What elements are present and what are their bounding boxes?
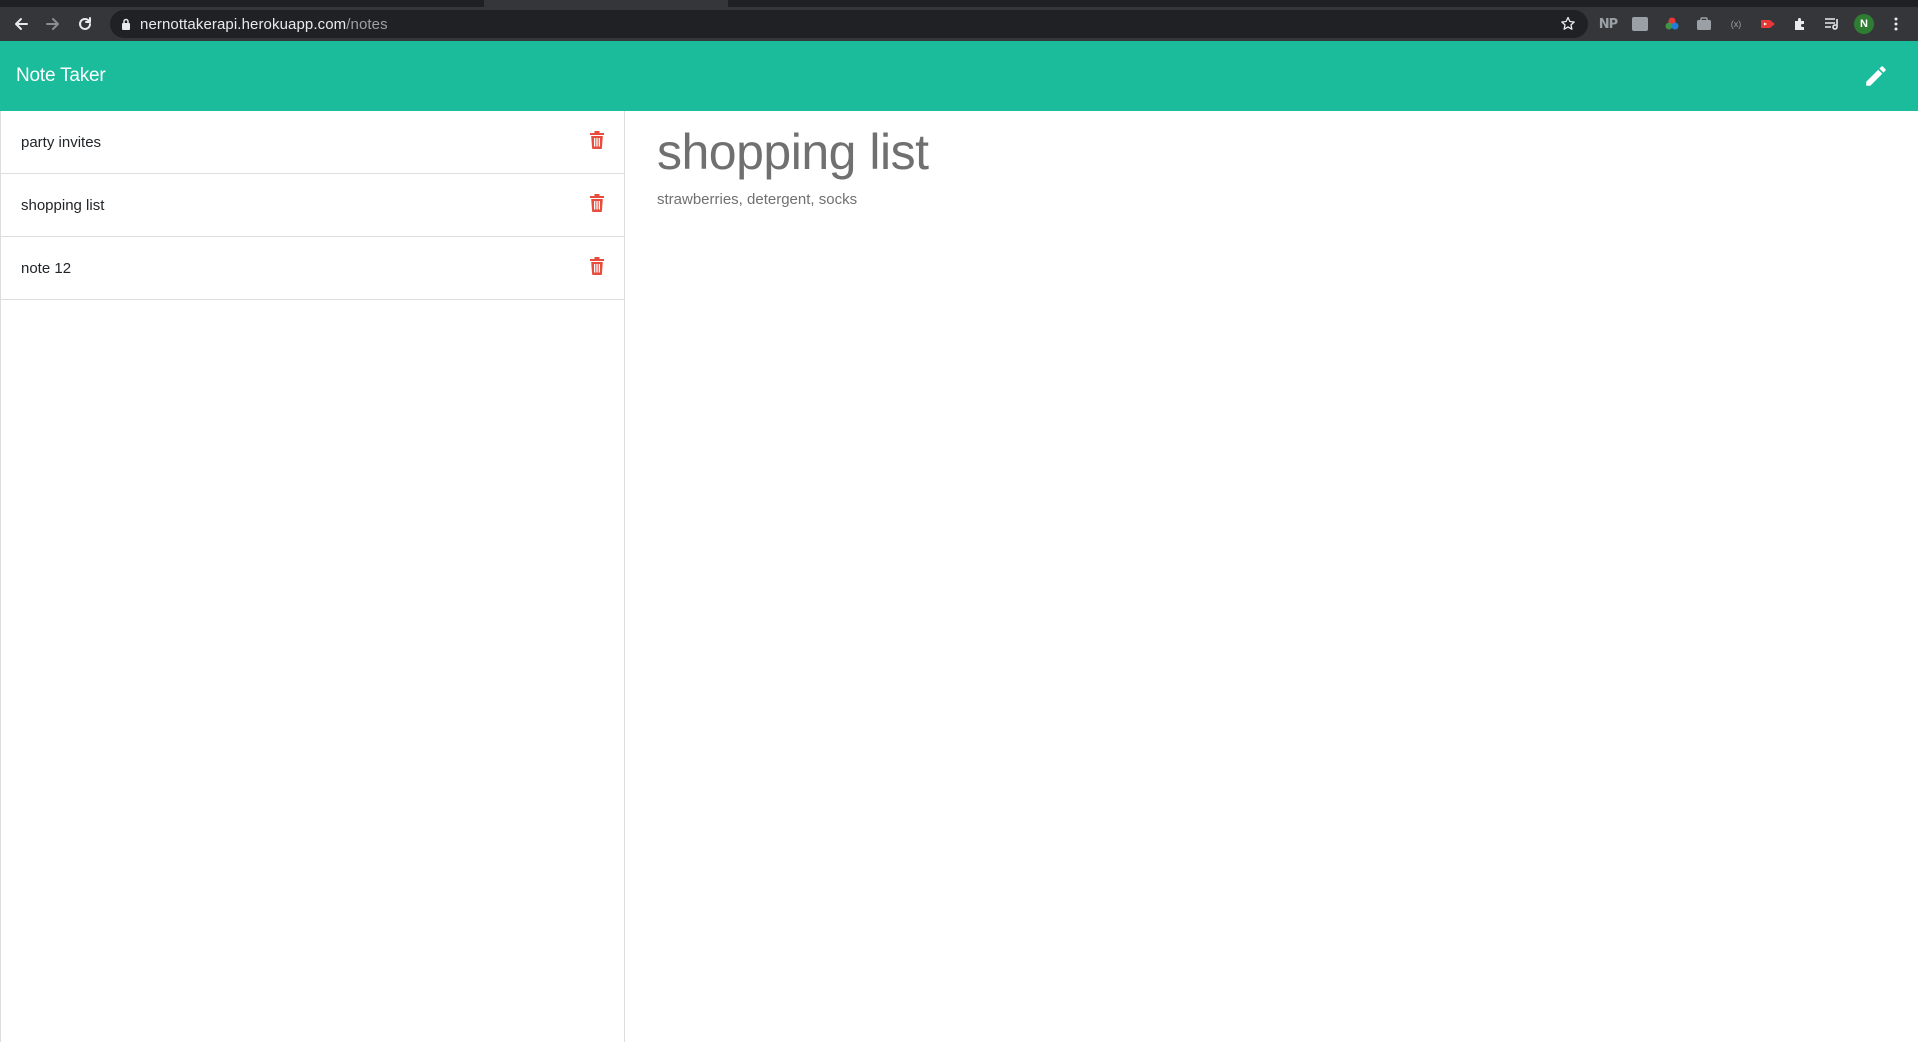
trash-icon [590, 131, 604, 149]
delete-note-button[interactable] [588, 129, 606, 151]
app-title[interactable]: Note Taker [16, 41, 106, 111]
lock-icon [121, 18, 131, 30]
arrow-right-icon [46, 18, 59, 30]
forward-button[interactable] [37, 10, 69, 38]
profile-avatar: N [1854, 14, 1874, 34]
note-detail-panel: shopping list strawberries, detergent, s… [625, 111, 1918, 1042]
reload-button[interactable] [69, 10, 101, 38]
browser-toolbar: nernottakerapi.herokuapp.com/notes NP (x… [0, 7, 1918, 41]
notes-list: party invites shopping list note 12 [0, 111, 625, 1042]
list-item[interactable]: shopping list [1, 174, 624, 237]
app-navbar: Note Taker [0, 41, 1918, 111]
list-item[interactable]: note 12 [1, 237, 624, 300]
arrow-left-icon [15, 18, 28, 30]
address-bar[interactable]: nernottakerapi.herokuapp.com/notes [110, 10, 1588, 38]
url-text: nernottakerapi.herokuapp.com/notes [140, 16, 388, 33]
delete-note-button[interactable] [588, 255, 606, 277]
bookmark-star-icon[interactable] [1560, 16, 1576, 37]
back-button[interactable] [5, 10, 37, 38]
color-picker-extension-icon[interactable] [1656, 7, 1688, 41]
np-extension-icon[interactable]: NP [1592, 7, 1624, 41]
browser-tab-strip [0, 0, 1918, 7]
pencil-icon [1866, 66, 1886, 86]
reading-list-icon[interactable] [1816, 7, 1848, 41]
briefcase-extension-icon[interactable] [1688, 7, 1720, 41]
url-path: /notes [346, 15, 388, 33]
new-note-button[interactable] [1862, 62, 1890, 90]
note-title: party invites [21, 134, 102, 151]
video-extension-icon[interactable] [1752, 7, 1784, 41]
note-title: note 12 [21, 260, 72, 277]
active-browser-tab[interactable] [484, 0, 728, 7]
puzzle-extensions-icon[interactable] [1784, 7, 1816, 41]
trash-icon [590, 257, 604, 275]
url-host: nernottakerapi.herokuapp.com [140, 15, 347, 33]
delete-note-button[interactable] [588, 192, 606, 214]
browser-menu-button[interactable] [1880, 7, 1912, 41]
note-title-field[interactable]: shopping list [657, 123, 929, 181]
profile-button[interactable]: N [1848, 7, 1880, 41]
kebab-menu-icon [1894, 17, 1898, 31]
note-title: shopping list [21, 197, 105, 214]
code-extension-icon[interactable]: (x) [1720, 7, 1752, 41]
translate-extension-icon[interactable] [1624, 7, 1656, 41]
note-text-field[interactable]: strawberries, detergent, socks [657, 191, 857, 208]
extensions-bar: NP (x) N [1592, 7, 1912, 41]
list-item[interactable]: party invites [1, 111, 624, 174]
reload-icon [79, 17, 91, 30]
trash-icon [590, 194, 604, 212]
